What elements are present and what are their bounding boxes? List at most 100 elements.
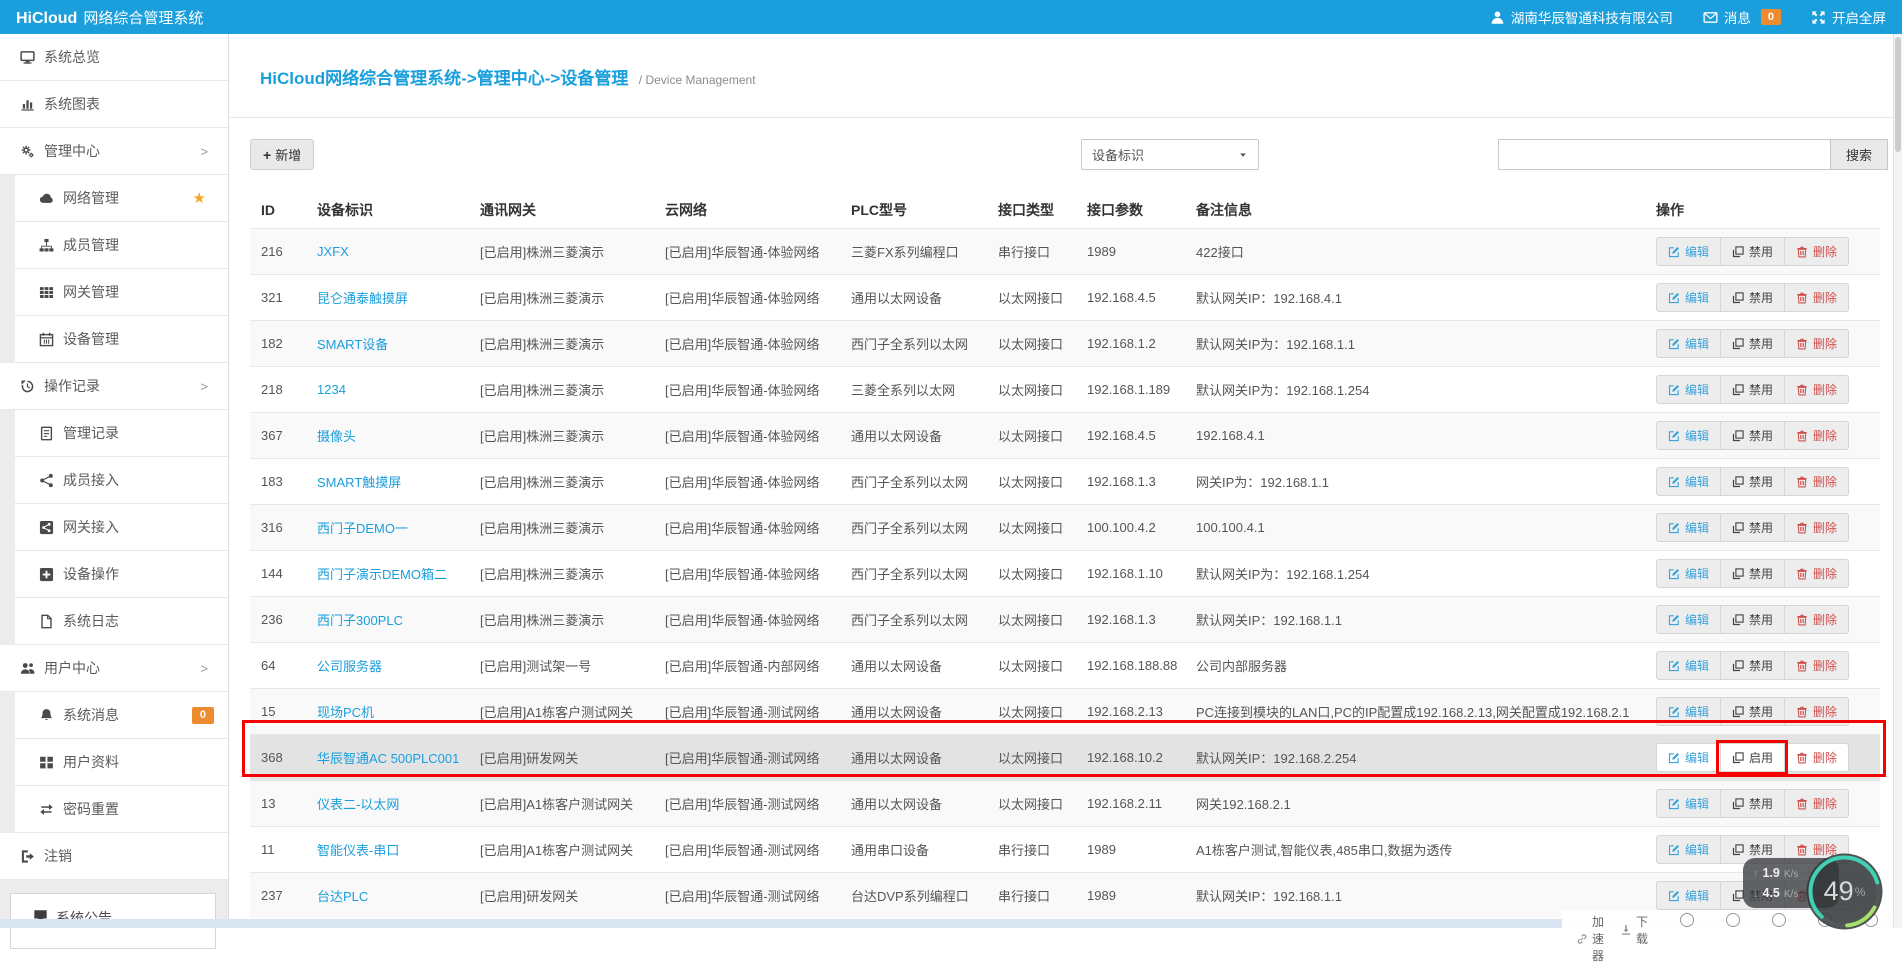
ext-icon[interactable]	[1772, 913, 1786, 927]
edit-button[interactable]: 编辑	[1657, 836, 1720, 863]
usage-percent-value: 49	[1824, 876, 1854, 907]
ext-icon[interactable]	[1680, 913, 1694, 927]
edit-button[interactable]: 编辑	[1657, 652, 1720, 679]
disable-button[interactable]: 禁用	[1720, 376, 1784, 403]
accelerator-button[interactable]: 加速器	[1576, 913, 1604, 964]
edit-button[interactable]: 编辑	[1657, 698, 1720, 725]
sidebar-item-admin-records[interactable]: 管理记录	[15, 410, 228, 457]
add-button[interactable]: + 新增	[250, 139, 314, 170]
disable-button[interactable]: 禁用	[1720, 560, 1784, 587]
sidebar-item-system-logs[interactable]: 系统日志	[15, 598, 228, 645]
sidebar-item-system-messages[interactable]: 系统消息0	[15, 692, 228, 739]
delete-button[interactable]: 删除	[1784, 330, 1848, 357]
delete-button[interactable]: 删除	[1784, 560, 1848, 587]
device-link[interactable]: JXFX	[317, 244, 349, 259]
table-row: 182SMART设备[已启用]株洲三菱演示[已启用]华辰智通-体验网络西门子全系…	[250, 321, 1880, 367]
edit-button[interactable]: 编辑	[1657, 790, 1720, 817]
delete-button[interactable]: 删除	[1784, 652, 1848, 679]
sidebar-item-user-center[interactable]: 用户中心>	[0, 645, 228, 692]
edit-button[interactable]: 编辑	[1657, 606, 1720, 633]
usage-circle-widget[interactable]: 49 %	[1806, 853, 1883, 930]
edit-icon	[1668, 292, 1680, 304]
delete-button[interactable]: 删除	[1784, 468, 1848, 495]
edit-button[interactable]: 编辑	[1657, 238, 1720, 265]
device-filter-select[interactable]: 设备标识	[1081, 139, 1259, 170]
device-link[interactable]: 西门子300PLC	[317, 613, 403, 628]
sidebar-item-logout[interactable]: 注销	[0, 833, 228, 880]
device-link[interactable]: 西门子DEMO一	[317, 521, 408, 536]
sidebar-item-user-profile[interactable]: 用户资料	[15, 739, 228, 786]
enable-button[interactable]: 启用	[1720, 744, 1784, 771]
edit-button[interactable]: 编辑	[1657, 744, 1720, 771]
disable-button[interactable]: 禁用	[1720, 514, 1784, 541]
sidebar-item-admin-center[interactable]: 管理中心>	[0, 128, 228, 175]
disable-button[interactable]: 禁用	[1720, 790, 1784, 817]
disable-button[interactable]: 禁用	[1720, 468, 1784, 495]
messages-menu[interactable]: 消息 0	[1703, 7, 1781, 27]
scrollbar-track[interactable]	[1893, 34, 1902, 928]
disable-button[interactable]: 禁用	[1720, 698, 1784, 725]
edit-button[interactable]: 编辑	[1657, 882, 1720, 909]
sidebar-item-overview[interactable]: 系统总览	[0, 34, 228, 81]
disable-button[interactable]: 禁用	[1720, 606, 1784, 633]
download-button[interactable]: 下载	[1620, 913, 1648, 947]
sidebar-item-device-ops[interactable]: 设备操作	[15, 551, 228, 598]
delete-button[interactable]: 删除	[1784, 606, 1848, 633]
disable-button[interactable]: 禁用	[1720, 422, 1784, 449]
edit-button[interactable]: 编辑	[1657, 514, 1720, 541]
edit-button[interactable]: 编辑	[1657, 422, 1720, 449]
delete-button[interactable]: 删除	[1784, 698, 1848, 725]
device-link[interactable]: 西门子演示DEMO箱二	[317, 567, 447, 582]
column-header: 接口参数	[1076, 192, 1185, 229]
sidebar-item-charts[interactable]: 系统图表	[0, 81, 228, 128]
device-link[interactable]: SMART设备	[317, 337, 388, 352]
device-link[interactable]: 昆仑通泰触摸屏	[317, 291, 408, 306]
disable-button[interactable]: 禁用	[1720, 284, 1784, 311]
edit-button[interactable]: 编辑	[1657, 468, 1720, 495]
button-label: 禁用	[1749, 243, 1773, 260]
favorite-star-icon[interactable]: ★	[193, 189, 206, 207]
sidebar-item-gateway-access[interactable]: 网关接入	[15, 504, 228, 551]
sidebar-item-network-mgmt[interactable]: 网络管理★	[15, 175, 228, 222]
delete-button[interactable]: 删除	[1784, 744, 1848, 771]
device-link[interactable]: 台达PLC	[317, 889, 368, 904]
device-link[interactable]: 1234	[317, 382, 346, 397]
fullscreen-button[interactable]: 开启全屏	[1811, 7, 1886, 27]
edit-button[interactable]: 编辑	[1657, 560, 1720, 587]
delete-button[interactable]: 删除	[1784, 514, 1848, 541]
delete-button[interactable]: 删除	[1784, 376, 1848, 403]
edit-button[interactable]: 编辑	[1657, 330, 1720, 357]
search-input[interactable]	[1498, 139, 1830, 170]
delete-button[interactable]: 删除	[1784, 422, 1848, 449]
device-link[interactable]: 智能仪表-串口	[317, 843, 399, 858]
sidebar-item-gateway-mgmt[interactable]: 网关管理	[15, 269, 228, 316]
device-link[interactable]: 仪表二-以太网	[317, 797, 399, 812]
button-label: 编辑	[1685, 289, 1709, 306]
device-link[interactable]: 现场PC机	[317, 705, 374, 720]
sidebar-item-op-records[interactable]: 操作记录>	[0, 363, 228, 410]
device-link[interactable]: SMART触摸屏	[317, 475, 401, 490]
device-link[interactable]: 华辰智通AC 500PLC001	[317, 751, 459, 766]
company-name: 湖南华辰智通科技有限公司	[1511, 7, 1673, 27]
sidebar-item-password-reset[interactable]: 密码重置	[15, 786, 228, 833]
edit-button[interactable]: 编辑	[1657, 284, 1720, 311]
device-link[interactable]: 摄像头	[317, 429, 356, 444]
sidebar-item-member-access[interactable]: 成员接入	[15, 457, 228, 504]
sidebar-item-member-mgmt[interactable]: 成员管理	[15, 222, 228, 269]
ext-icon[interactable]	[1726, 913, 1740, 927]
cell-device-name: 台达PLC	[306, 873, 469, 919]
device-link[interactable]: 公司服务器	[317, 659, 382, 674]
sidebar-item-device-mgmt[interactable]: 设备管理	[15, 316, 228, 363]
company-menu[interactable]: 湖南华辰智通科技有限公司	[1490, 7, 1673, 27]
delete-button[interactable]: 删除	[1784, 238, 1848, 265]
scrollbar-thumb[interactable]	[1895, 37, 1901, 152]
cell-cloud-network: [已启用]华辰智通-体验网络	[654, 459, 840, 505]
edit-button[interactable]: 编辑	[1657, 376, 1720, 403]
button-label: 禁用	[1749, 427, 1773, 444]
disable-button[interactable]: 禁用	[1720, 330, 1784, 357]
disable-button[interactable]: 禁用	[1720, 238, 1784, 265]
delete-button[interactable]: 删除	[1784, 284, 1848, 311]
search-button[interactable]: 搜索	[1830, 139, 1888, 170]
delete-button[interactable]: 删除	[1784, 790, 1848, 817]
disable-button[interactable]: 禁用	[1720, 652, 1784, 679]
